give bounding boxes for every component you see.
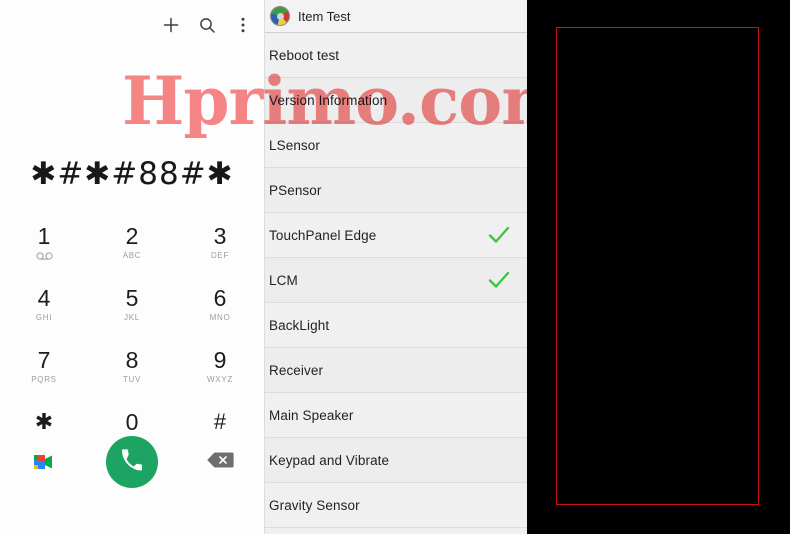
- key-3-letters: DEF: [210, 250, 230, 260]
- call-icon: [120, 448, 144, 477]
- add-contact-icon[interactable]: [160, 14, 182, 36]
- dialer-action-row: [0, 434, 264, 490]
- list-item-label: Reboot test: [269, 47, 340, 63]
- backspace-button[interactable]: [198, 440, 242, 484]
- list-item-label: Main Speaker: [269, 407, 354, 423]
- search-icon[interactable]: [196, 14, 218, 36]
- list-item-label: Gravity Sensor: [269, 497, 360, 513]
- item-test-title: Item Test: [298, 8, 351, 24]
- key-star-digit: ✱: [34, 408, 54, 434]
- key-3[interactable]: 3 DEF: [176, 215, 264, 269]
- key-4-letters: GHI: [35, 312, 53, 322]
- list-item-gravity-sensor[interactable]: Gravity Sensor: [265, 483, 527, 528]
- key-7[interactable]: 7 PQRS: [0, 339, 88, 393]
- overflow-menu-icon[interactable]: [232, 14, 254, 36]
- key-2-digit: 2: [125, 222, 139, 249]
- call-button[interactable]: [106, 436, 158, 488]
- key-8[interactable]: 8 TUV: [88, 339, 176, 393]
- key-6-digit: 6: [213, 284, 227, 311]
- list-item-lcm[interactable]: LCM: [265, 258, 527, 303]
- list-item-label: Version Information: [269, 92, 388, 108]
- key-8-letters: TUV: [122, 374, 142, 384]
- key-0-digit: 0: [125, 408, 139, 435]
- key-3-digit: 3: [213, 222, 227, 249]
- key-1[interactable]: 1: [0, 215, 88, 269]
- check-icon: [487, 270, 511, 290]
- list-item-label: LCM: [269, 272, 298, 288]
- dialed-number-display[interactable]: ✱#✱#88#✱: [0, 156, 264, 192]
- key-4-digit: 4: [37, 284, 51, 311]
- list-item-label: PSensor: [269, 182, 322, 198]
- key-9[interactable]: 9 WXYZ: [176, 339, 264, 393]
- key-2-letters: ABC: [122, 250, 142, 260]
- key-8-digit: 8: [125, 346, 139, 373]
- list-item-version-information[interactable]: Version Information: [265, 78, 527, 123]
- list-item-keypad-and-vibrate[interactable]: Keypad and Vibrate: [265, 438, 527, 483]
- key-2[interactable]: 2 ABC: [88, 215, 176, 269]
- phone-dialer-panel: ✱#✱#88#✱ 1 2 ABC 3 DEF 4 GHI 5 JKL 6 MNO…: [0, 0, 264, 534]
- item-test-list: Reboot test Version Information LSensor …: [265, 33, 527, 528]
- key-hash-digit: #: [213, 408, 227, 434]
- google-meet-icon[interactable]: [22, 440, 66, 484]
- list-item-receiver[interactable]: Receiver: [265, 348, 527, 393]
- check-icon: [487, 225, 511, 245]
- key-9-letters: WXYZ: [207, 374, 233, 384]
- voicemail-icon: [35, 251, 53, 261]
- list-item-label: BackLight: [269, 317, 330, 333]
- list-item-lsensor[interactable]: LSensor: [265, 123, 527, 168]
- key-6[interactable]: 6 MNO: [176, 277, 264, 331]
- item-test-panel: Item Test Reboot test Version Informatio…: [264, 0, 527, 534]
- backspace-icon: [205, 450, 235, 475]
- lcm-test-screen[interactable]: [527, 0, 790, 534]
- key-7-digit: 7: [37, 346, 51, 373]
- key-6-letters: MNO: [209, 312, 231, 322]
- key-7-letters: PQRS: [31, 374, 57, 384]
- key-4[interactable]: 4 GHI: [0, 277, 88, 331]
- dial-keypad: 1 2 ABC 3 DEF 4 GHI 5 JKL 6 MNO 7 PQRS 8…: [0, 215, 264, 455]
- list-item-touchpanel-edge[interactable]: TouchPanel Edge: [265, 213, 527, 258]
- list-item-main-speaker[interactable]: Main Speaker: [265, 393, 527, 438]
- item-test-header: Item Test: [265, 0, 527, 33]
- list-item-psensor[interactable]: PSensor: [265, 168, 527, 213]
- list-item-reboot-test[interactable]: Reboot test: [265, 33, 527, 78]
- key-5-letters: JKL: [124, 312, 140, 322]
- list-item-label: Receiver: [269, 362, 324, 378]
- key-5[interactable]: 5 JKL: [88, 277, 176, 331]
- screenshot-root: ✱#✱#88#✱ 1 2 ABC 3 DEF 4 GHI 5 JKL 6 MNO…: [0, 0, 790, 534]
- list-item-backlight[interactable]: BackLight: [265, 303, 527, 348]
- dialer-toolbar: [160, 14, 254, 36]
- list-item-label: TouchPanel Edge: [269, 227, 377, 243]
- key-5-digit: 5: [125, 284, 139, 311]
- key-9-digit: 9: [213, 346, 227, 373]
- list-item-label: Keypad and Vibrate: [269, 452, 390, 468]
- red-test-rectangle: [556, 27, 759, 505]
- key-1-digit: 1: [37, 222, 51, 249]
- list-item-label: LSensor: [269, 137, 320, 153]
- color-wheel-icon: [270, 6, 290, 26]
